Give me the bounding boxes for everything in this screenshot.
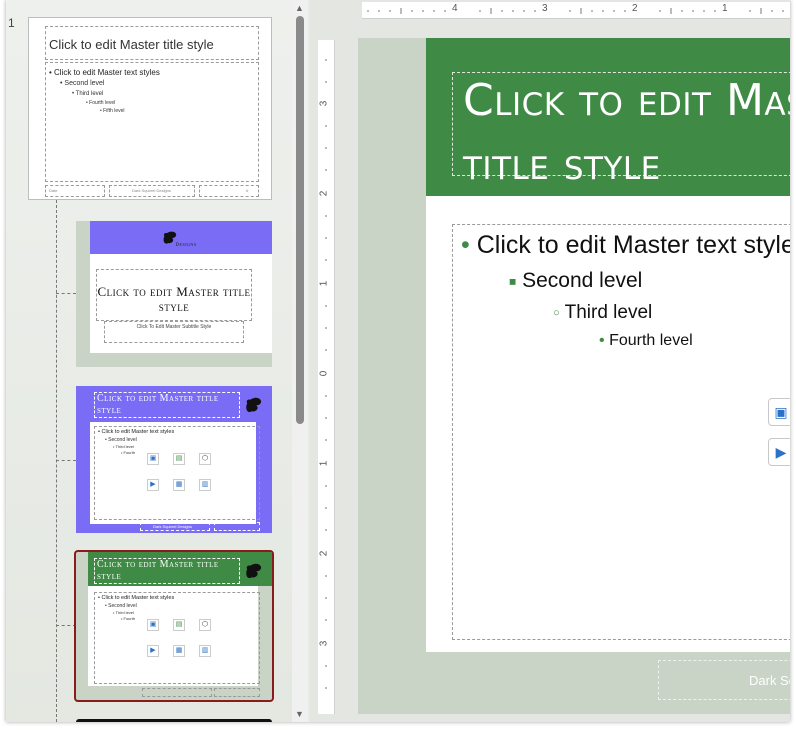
- video-icon: ▶: [775, 444, 787, 460]
- insert-picture-button[interactable]: ▣: [768, 398, 790, 426]
- layout1-title-placeholder: Click to edit Master title style: [96, 269, 252, 321]
- scroll-up-arrow-icon[interactable]: ▲: [295, 3, 304, 13]
- insert-video-icon[interactable]: ▶: [147, 479, 159, 491]
- slide-canvas[interactable]: Click to edit Master title style • Click…: [358, 38, 790, 714]
- squirrel-logo-icon: [246, 563, 262, 579]
- master-date-placeholder: Date: [45, 185, 105, 197]
- slide-title-text[interactable]: Click to edit Master title style: [463, 69, 790, 197]
- level4-bullet-icon: •: [599, 332, 605, 349]
- layout-thumbnail-title-slide[interactable]: Designs Click to edit Master title style…: [76, 221, 272, 367]
- body-placeholder[interactable]: • Click to edit Master text styles ■ Sec…: [452, 224, 790, 640]
- horizontal-ruler: 4 3 2 1: [362, 2, 790, 19]
- level3-bullet-icon: ○: [553, 306, 560, 319]
- master-title-placeholder: Click to edit Master title style: [45, 26, 259, 60]
- title-placeholder[interactable]: Click to edit Master title style: [452, 72, 790, 190]
- footer-placeholder[interactable]: Dark Squirrel Designs: [658, 660, 790, 700]
- slide-editor[interactable]: 4 3 2 1 3 2 1 0 1 2 3 Click to edit Ma t…: [310, 0, 790, 722]
- app-window: 1 Click to edit Master title style • Cli…: [6, 0, 790, 722]
- layout-tree-line: [56, 200, 57, 722]
- insert-picture-icon[interactable]: ▣: [147, 453, 159, 465]
- layout2-title-placeholder: Click to edit Master title style: [94, 392, 240, 418]
- insert-video-icon[interactable]: ▶: [147, 645, 159, 657]
- insert-picture-icon[interactable]: ▣: [147, 619, 159, 631]
- master-footer-placeholder: Dark Squirrel Designs: [109, 185, 195, 197]
- scroll-down-arrow-icon[interactable]: ▼: [295, 709, 304, 719]
- squirrel-logo-icon: [246, 397, 262, 413]
- layout-thumbnail-dark-partial[interactable]: [76, 719, 272, 722]
- level2-bullet-icon: ■: [509, 274, 517, 289]
- layout3-body-placeholder: • Click to edit Master text styles • Sec…: [94, 592, 260, 684]
- layout2-body-placeholder: • Click to edit Master text styles • Sec…: [94, 426, 260, 520]
- insert-3d-model-icon[interactable]: ⬡: [199, 619, 211, 631]
- vertical-ruler: 3 2 1 0 1 2 3: [318, 40, 335, 714]
- scrollbar-thumb[interactable]: [296, 16, 304, 424]
- insert-chart-icon[interactable]: ▥: [199, 645, 211, 657]
- layout-thumbnail-green-content-selected[interactable]: Click to edit Master title style • Click…: [74, 550, 274, 702]
- master-body-placeholder: • Click to edit Master text styles • Sec…: [45, 62, 259, 182]
- layout-thumbnail-purple-content[interactable]: Click to edit Master title style • Click…: [76, 386, 272, 533]
- level2-text[interactable]: Second level: [522, 269, 642, 292]
- slide-thumbnail-pane[interactable]: 1 Click to edit Master title style • Cli…: [6, 0, 292, 722]
- level1-text[interactable]: Click to edit Master text styles: [477, 231, 790, 259]
- layout1-subtitle-placeholder: Click To Edit Master Subtitle Style: [104, 321, 244, 343]
- master-slide-number-placeholder: #: [199, 185, 259, 197]
- master-slide-thumbnail[interactable]: Click to edit Master title style • Click…: [28, 17, 272, 200]
- picture-icon: ▣: [774, 404, 788, 420]
- layout3-title-placeholder: Click to edit Master title style: [94, 558, 240, 584]
- layout2-footer-placeholder: Dark Squirrel Designs: [140, 522, 210, 531]
- insert-icons-icon[interactable]: ▤: [173, 619, 185, 631]
- level1-bullet-icon: •: [461, 231, 470, 259]
- insert-icons-icon[interactable]: ▤: [173, 453, 185, 465]
- insert-table-icon[interactable]: ▦: [173, 479, 185, 491]
- level4-text[interactable]: Fourth level: [609, 332, 693, 349]
- slide-number: 1: [8, 16, 15, 30]
- insert-3d-model-icon[interactable]: ⬡: [199, 453, 211, 465]
- insert-chart-icon[interactable]: ▥: [199, 479, 211, 491]
- thumbnail-scrollbar[interactable]: ▲ ▼: [292, 0, 308, 722]
- level3-text[interactable]: Third level: [565, 302, 653, 323]
- insert-table-icon[interactable]: ▦: [173, 645, 185, 657]
- insert-video-button[interactable]: ▶: [768, 438, 790, 466]
